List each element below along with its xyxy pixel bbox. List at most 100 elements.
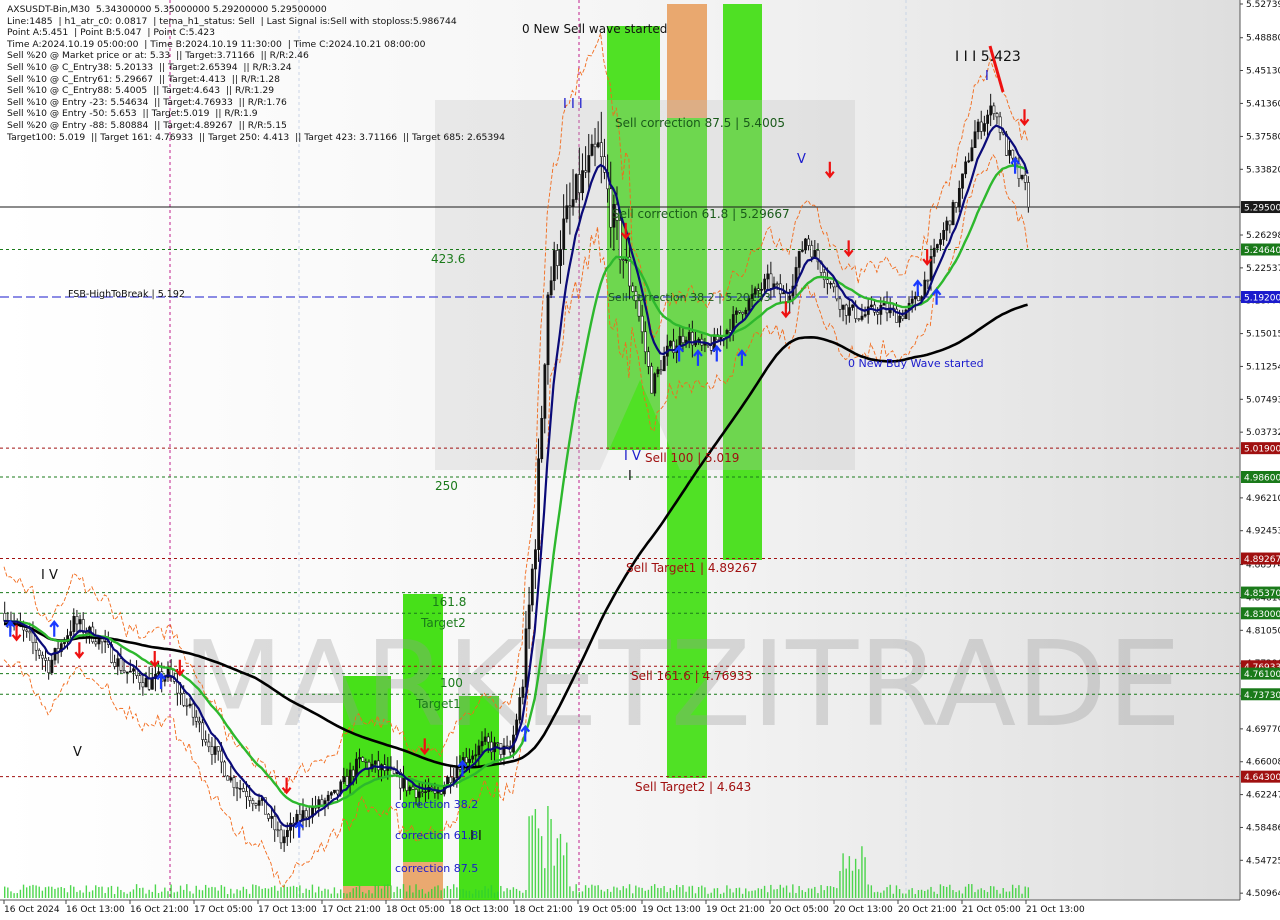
candle-body <box>232 777 236 788</box>
volume-bar <box>79 890 81 898</box>
volume-bar <box>44 887 47 898</box>
volume-bar <box>336 893 339 898</box>
volume-bar <box>387 884 389 898</box>
volume-bar <box>967 884 970 898</box>
volume-bar <box>73 886 75 898</box>
volume-bar <box>261 888 263 898</box>
x-tick-label: 17 Oct 21:00 <box>322 905 381 915</box>
volume-bar <box>157 893 160 898</box>
candle-body <box>932 247 936 257</box>
volume-bar <box>223 886 226 898</box>
candle-body <box>518 697 522 721</box>
volume-bar <box>490 885 493 898</box>
volume-bar <box>807 888 810 898</box>
volume-bar <box>748 891 750 898</box>
volume-bar <box>785 885 788 898</box>
volume-bar <box>949 884 951 898</box>
candle-body <box>838 298 842 310</box>
info-line: Line:1485 | h1_atr_c0: 0.0817 | tema_h1_… <box>7 15 457 27</box>
volume-bar <box>7 887 9 898</box>
volume-bar <box>393 892 395 898</box>
candle-body <box>132 668 135 672</box>
candle-body <box>414 789 418 798</box>
volume-bar <box>192 893 194 898</box>
candle-body <box>948 220 952 226</box>
candle-body <box>103 640 107 643</box>
volume-bar <box>496 891 499 898</box>
volume-bar <box>883 890 885 898</box>
volume-bar <box>522 892 524 898</box>
y-tick-label: 4.96210 <box>1246 494 1280 504</box>
volume-bar <box>63 888 66 898</box>
volume-bar <box>682 885 684 898</box>
volume-bar <box>409 885 411 898</box>
volume-bar <box>148 889 150 898</box>
candle-body <box>276 829 280 832</box>
price-axis: 5.52739 5.48880 5.45130 5.41360 5.37580 5.338… <box>1240 0 1280 899</box>
volume-bar <box>164 887 166 898</box>
candle-body <box>992 105 996 114</box>
volume-bar <box>657 887 659 898</box>
candle-body <box>257 800 261 806</box>
annotation-label: correction 87.5 <box>395 862 478 875</box>
volume-bar <box>817 893 819 898</box>
volume-bar <box>402 884 405 898</box>
volume-bar <box>29 885 31 898</box>
volume-bar <box>186 884 188 898</box>
candle-body <box>829 282 833 285</box>
volume-bar <box>54 888 56 898</box>
x-tick-label: 16 Oct 13:00 <box>66 905 125 915</box>
candle-body <box>769 273 773 289</box>
volume-bar <box>672 890 675 898</box>
volume-bar <box>139 888 141 898</box>
volume-bar <box>826 886 829 898</box>
candle-body <box>983 123 986 132</box>
candle-body <box>333 789 336 793</box>
candle-body <box>524 628 528 688</box>
volume-bar <box>120 889 122 898</box>
volume-bar <box>710 892 712 898</box>
x-tick-label: 18 Oct 21:00 <box>514 905 573 915</box>
candle-body <box>207 741 211 748</box>
volume-bar <box>405 891 408 898</box>
volume-bar <box>220 885 223 898</box>
info-panel: AXSUSDT-Bin,M30 5.34300000 5.35000000 5.… <box>7 4 505 143</box>
x-tick-label: 20 Oct 05:00 <box>770 905 829 915</box>
volume-bar <box>770 884 772 898</box>
volume-bar <box>468 890 471 898</box>
candle-body <box>150 678 154 690</box>
volume-bar <box>619 890 621 898</box>
volume-bar <box>588 887 590 898</box>
volume-bar <box>365 893 367 898</box>
volume-bar <box>481 890 483 898</box>
volume-bar <box>459 889 461 898</box>
volume-bar <box>1011 884 1014 898</box>
volume-bar <box>484 886 486 898</box>
candle-body <box>238 788 242 790</box>
candle-body <box>377 760 380 771</box>
candle-body <box>979 121 983 132</box>
volume-bar <box>456 887 458 898</box>
volume-bar <box>873 892 876 898</box>
volume-bar <box>789 892 791 898</box>
candle-body <box>47 660 51 673</box>
candle-body <box>998 116 1002 133</box>
candle-body <box>986 114 990 124</box>
volume-bar <box>493 892 496 898</box>
candle-body <box>326 794 330 801</box>
volume-bar <box>339 889 342 898</box>
annotation-label: correction 61.8 <box>395 829 478 842</box>
x-tick-label: 21 Oct 05:00 <box>962 905 1021 915</box>
candle-body <box>521 686 525 698</box>
volume-bar <box>38 886 40 898</box>
volume-bar <box>528 816 530 898</box>
volume-bar <box>845 868 847 898</box>
candle-body <box>926 279 930 282</box>
volume-bar <box>971 884 973 898</box>
volume-bar <box>930 886 932 898</box>
volume-bar <box>311 884 314 898</box>
volume-bar <box>989 886 992 898</box>
y-tick-label: 5.07493 <box>1246 395 1280 405</box>
candle-body <box>201 722 205 740</box>
candle-body <box>584 170 588 173</box>
